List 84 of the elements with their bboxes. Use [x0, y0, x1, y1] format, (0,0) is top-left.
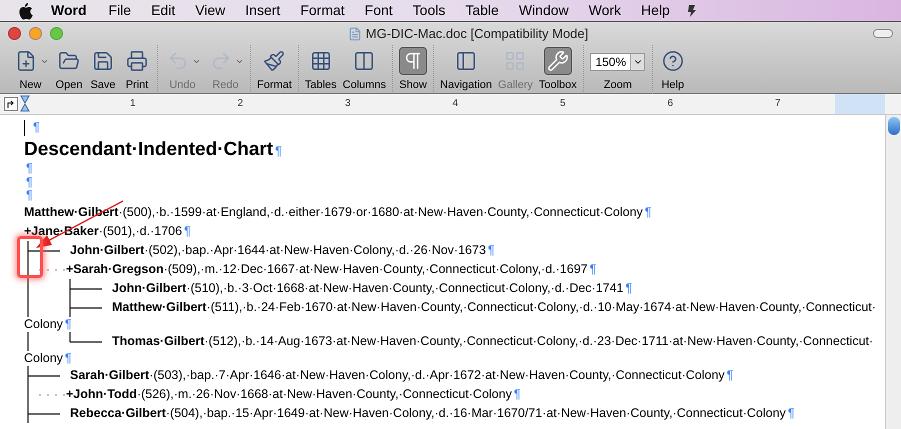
menu-item[interactable]: Edit — [151, 0, 176, 21]
paragraph-mark: ¶ — [488, 242, 495, 259]
redo-icon — [210, 50, 232, 72]
menu-item[interactable]: Format — [300, 0, 345, 21]
ruler-number: 6 — [667, 97, 674, 111]
paragraph-mark: ¶ — [64, 316, 72, 333]
new-file-icon — [15, 50, 37, 72]
toolbar-button[interactable]: Show — [396, 45, 430, 92]
highlight-box — [17, 236, 43, 278]
toolbar-button[interactable]: New — [9, 45, 52, 92]
menu-item[interactable]: Window — [518, 0, 569, 21]
document-icon — [348, 26, 362, 40]
printer-icon — [126, 50, 148, 72]
right-margin-area — [835, 94, 885, 114]
toolbar-button[interactable]: Open — [52, 45, 86, 92]
paragraph-mark: ¶ — [644, 204, 652, 221]
help-icon — [662, 50, 684, 72]
close-button[interactable] — [8, 27, 21, 40]
panel-icon — [455, 50, 478, 72]
menu-item[interactable]: View — [195, 0, 226, 21]
toolbar-button[interactable]: Print — [120, 45, 154, 92]
toolbar-toggle-button[interactable] — [873, 29, 893, 38]
ruler-number: 5 — [560, 97, 566, 111]
menu-item[interactable]: Insert — [245, 0, 280, 21]
toolbar-button[interactable]: Format — [254, 45, 295, 92]
toolbar-label: Zoom — [604, 78, 632, 93]
person-entry: Rebecca·Gilbert·(504),·bap.·15·Apr·1649·at·New·Haven·Colony,·d.·16·Mar·1670/71·at·New·Haven·County,·Connecticut·Colony — [70, 404, 786, 422]
person-entry: Sarah·Gilbert·(503),·bap.·7·Apr·1646·at·New·Haven·Colony,·d.·Apr·1672·at·New·Haven·County,·Connecticut·Colony — [70, 366, 725, 384]
paintbrush-icon — [263, 50, 286, 72]
zoom-button[interactable] — [50, 27, 63, 40]
script-icon — [686, 4, 698, 18]
paragraph-mark: ¶ — [33, 119, 40, 136]
indent-marker-icon[interactable] — [20, 95, 30, 113]
document-title: Descendant·Indented·Chart — [24, 138, 274, 162]
table-grid-icon — [310, 50, 332, 72]
menu-item[interactable]: Font — [364, 0, 393, 21]
ruler-number: 4 — [452, 97, 459, 111]
person-entry: John·Gilbert·(502),·bap.·Apr·1644·at·New·Haven·Colony,·d.·26·Nov·1673 — [70, 242, 486, 259]
menu-item[interactable]: Work — [588, 0, 622, 21]
gallery-icon — [504, 50, 526, 72]
paragraph-mark: ¶ — [26, 160, 33, 177]
paragraph-mark: ¶ — [788, 404, 795, 422]
paragraph-mark: ¶ — [626, 280, 632, 297]
columns-icon — [353, 50, 376, 72]
paragraph-mark: ¶ — [275, 143, 282, 160]
zoom-field[interactable]: 150% — [590, 53, 646, 71]
person-entry: Matthew·Gilbert·(511),·b.·24·Feb·1670·at·New·Haven·County,·Connecticut·Colony,·d.·10·May·1674·at·New·Haven·County,·Connecticut· — [112, 298, 876, 316]
person-entry: Colony — [24, 350, 63, 367]
menu-item[interactable]: Word — [51, 0, 87, 21]
scroll-bar[interactable] — [885, 115, 901, 429]
toolbar-button[interactable]: Help — [656, 45, 690, 92]
toolbox-icon — [546, 50, 569, 72]
apple-logo-icon — [17, 2, 33, 20]
menu-item[interactable]: Help — [641, 0, 670, 21]
ruler-number: 1 — [130, 97, 136, 111]
spouse-entry: +Sarah·Gregson·(509),·m.·12·Dec·1667·at·New·Haven·County,·Connecticut·Colony,·d.·1697 — [66, 260, 588, 278]
menu-item[interactable]: Table — [465, 0, 499, 21]
paragraph-mark: ¶ — [590, 260, 596, 278]
paragraph-mark: ¶ — [26, 188, 33, 204]
scroll-thumb[interactable] — [888, 117, 900, 135]
minimize-button[interactable] — [29, 27, 42, 40]
toolbar-button[interactable]: Save — [86, 45, 120, 92]
toolbar-button[interactable]: Toolbox — [536, 45, 580, 92]
menu-item[interactable]: File — [108, 0, 132, 21]
toolbar-button[interactable]: Navigation — [437, 45, 496, 92]
ruler-number: 7 — [774, 97, 782, 111]
paragraph-mark: ¶ — [514, 386, 521, 403]
menu-item[interactable]: Tools — [412, 0, 446, 21]
spouse-entry: +John·Todd·(526),·m.·26·Nov·1668·at·New·Haven·County,·Connecticut·Colony — [66, 386, 512, 403]
paragraph-mark: ¶ — [26, 174, 33, 190]
toolbar-button[interactable]: Tables — [302, 45, 340, 92]
person-entry: Colony — [24, 316, 63, 333]
toolbar-button[interactable]: Columns — [340, 45, 390, 92]
paragraph-mark: ¶ — [184, 222, 191, 240]
folder-icon — [58, 50, 80, 72]
window-title: MG-DIC-Mac.doc [Compatibility Mode] — [366, 24, 588, 43]
undo-icon — [167, 50, 189, 72]
ruler-number: 3 — [344, 97, 352, 111]
paragraph-mark: ¶ — [64, 350, 72, 367]
tab-selector-icon[interactable] — [4, 97, 18, 111]
paragraph-mark: ¶ — [726, 366, 734, 384]
person-entry: John·Gilbert·(510),·b.·3·Oct·1668·at·New·Haven·County,·Connecticut·Colony,·d.·Dec·1741 — [112, 280, 624, 297]
person-entry: Thomas·Gilbert·(512),·b.·14·Aug·1673·at·New·Haven·County,·Connecticut·Colony,·d.·23·Dec·1711·at·New·Haven·County,·Connecticut· — [112, 332, 874, 350]
ruler-number: 2 — [237, 97, 244, 111]
